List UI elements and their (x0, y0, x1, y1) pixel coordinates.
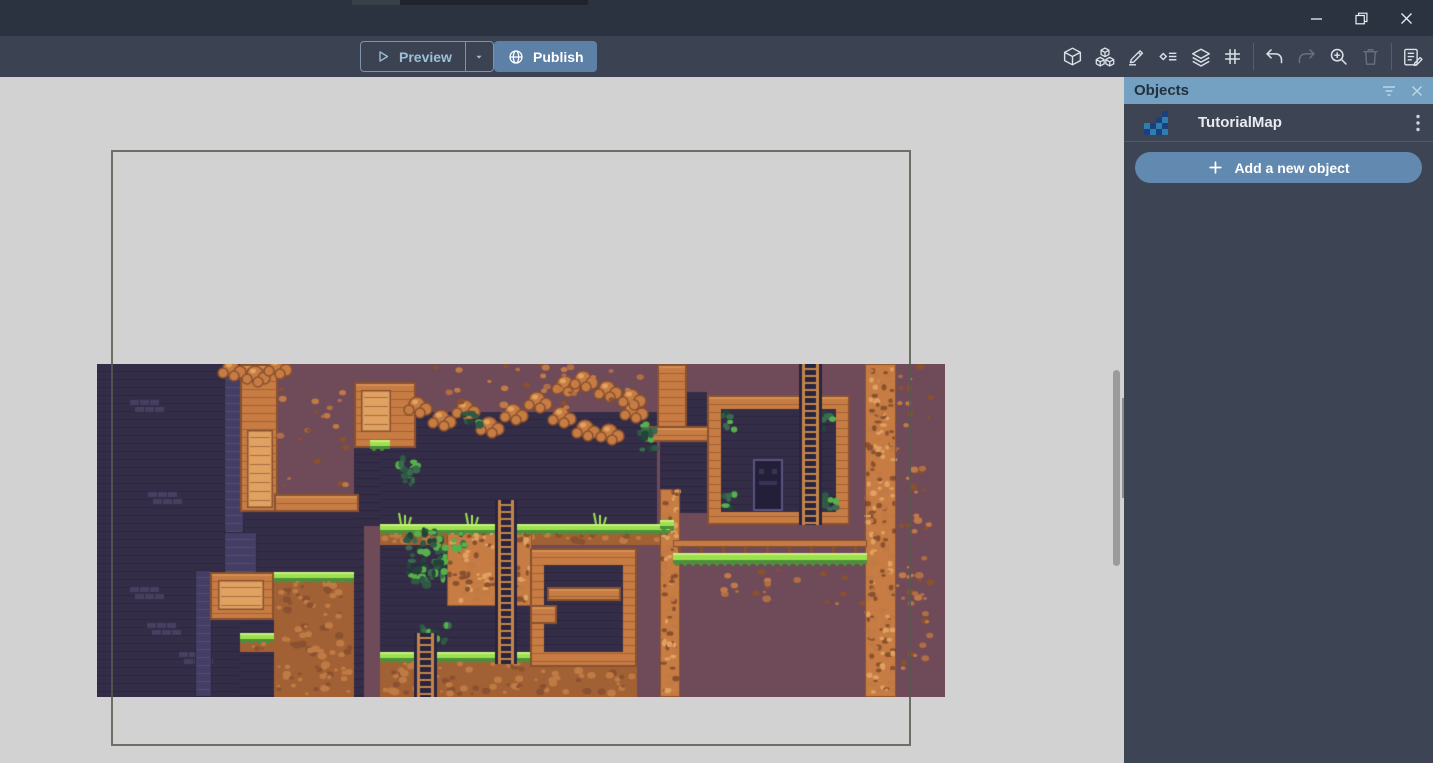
filter-icon[interactable] (1382, 85, 1396, 97)
app-window: Preview Publish (0, 0, 1433, 763)
instances-list-icon[interactable] (1157, 45, 1180, 68)
tilemap-object-icon (1144, 111, 1168, 135)
toolbar: Preview Publish (0, 36, 1433, 77)
layers-icon[interactable] (1189, 45, 1212, 68)
scene-properties-icon[interactable] (1401, 45, 1424, 68)
grid-icon[interactable] (1221, 45, 1244, 68)
objects-panel-header: Objects (1124, 77, 1433, 104)
preview-label: Preview (399, 49, 452, 65)
object-menu-button[interactable] (1416, 104, 1420, 141)
objects-panel-title: Objects (1134, 82, 1382, 99)
preview-button[interactable]: Preview (360, 41, 465, 72)
tab-remnant-strip-dark (400, 0, 588, 5)
vertical-scrollbar[interactable] (1113, 370, 1120, 566)
window-controls (1294, 0, 1429, 36)
object-name-label: TutorialMap (1198, 114, 1282, 131)
restore-button[interactable] (1339, 0, 1384, 36)
add-object-button[interactable]: Add a new object (1135, 152, 1422, 183)
scrollbar-track-line (1122, 398, 1124, 498)
plus-icon (1207, 159, 1224, 176)
globe-icon (507, 48, 525, 66)
preview-dropdown-button[interactable] (465, 41, 494, 72)
chevron-down-icon (472, 50, 486, 64)
toolbar-divider (1391, 43, 1392, 70)
undo-icon[interactable] (1263, 45, 1286, 68)
3d-box-icon[interactable] (1061, 45, 1084, 68)
scene-editor-canvas[interactable] (0, 77, 1124, 763)
redo-icon[interactable] (1295, 45, 1318, 68)
publish-label: Publish (533, 49, 584, 65)
tab-remnant-strip (352, 0, 400, 5)
zoom-in-icon[interactable] (1327, 45, 1350, 68)
kebab-menu-icon (1416, 114, 1420, 132)
edit-pencil-icon[interactable] (1125, 45, 1148, 68)
toolbar-divider (1253, 43, 1254, 70)
objects-panel: Objects TutorialMap (1124, 77, 1433, 763)
close-panel-icon[interactable] (1411, 85, 1423, 97)
minimize-button[interactable] (1294, 0, 1339, 36)
object-groups-icon[interactable] (1093, 45, 1116, 68)
tilemap-instance[interactable] (97, 364, 945, 697)
object-item-tutorialmap[interactable]: TutorialMap (1124, 104, 1433, 142)
toolbar-icon-group (1061, 41, 1424, 72)
add-object-label: Add a new object (1234, 160, 1349, 176)
delete-trash-icon[interactable] (1359, 45, 1382, 68)
play-icon (374, 48, 391, 65)
preview-button-group: Preview (360, 41, 494, 72)
close-button[interactable] (1384, 0, 1429, 36)
publish-button[interactable]: Publish (494, 41, 597, 72)
title-bar (0, 0, 1433, 36)
